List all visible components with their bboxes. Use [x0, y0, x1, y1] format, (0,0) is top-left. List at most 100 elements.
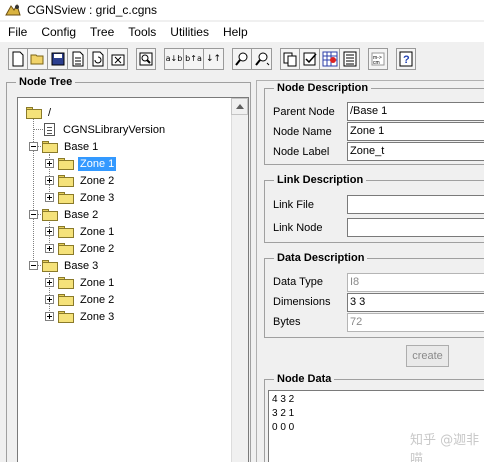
tree-node-cgns-library-version[interactable]: CGNSLibraryVersion: [42, 121, 167, 138]
table-button[interactable]: [340, 48, 360, 70]
expand-icon[interactable]: [45, 227, 54, 236]
copy-icon: [283, 52, 297, 67]
view-button[interactable]: [136, 48, 156, 70]
menu-tools[interactable]: Tools: [121, 22, 163, 42]
tree-node-label: Zone 1: [80, 276, 115, 289]
tree-node-base-2[interactable]: Base 2: [29, 206, 100, 223]
tree-node-label: Zone 2: [80, 174, 115, 187]
tree-node-label: Base 1: [64, 140, 99, 153]
node-tree-panel: Node Tree / CGNSLibraryVersion Base 1 Zo…: [6, 76, 251, 462]
search-icon: [235, 52, 248, 66]
link-node-field[interactable]: [347, 218, 484, 237]
reload-button[interactable]: [88, 48, 108, 70]
save-as-icon: [72, 51, 83, 67]
expand-icon[interactable]: [45, 193, 54, 202]
tree-node-label: Base 3: [64, 259, 99, 272]
title-bar: CGNSview : grid_c.cgns: [0, 0, 484, 20]
node-name-label: Node Name: [273, 126, 332, 138]
menu-config[interactable]: Config: [34, 22, 83, 42]
tree-scrollbar[interactable]: [231, 98, 248, 462]
menu-tree[interactable]: Tree: [83, 22, 121, 42]
tree-node-label: Base 2: [64, 208, 99, 221]
new-file-button[interactable]: [8, 48, 28, 70]
tree-node-label: /: [48, 106, 52, 119]
expand-icon[interactable]: [45, 312, 54, 321]
folder-icon: [58, 293, 74, 306]
tree-node-base-2-zone-2[interactable]: Zone 2: [45, 240, 116, 257]
tree-node-label: CGNSLibraryVersion: [63, 123, 166, 136]
bytes-field: 72: [347, 313, 484, 332]
menu-file[interactable]: File: [0, 22, 34, 42]
search-next-button[interactable]: [252, 48, 272, 70]
expand-icon[interactable]: [45, 176, 54, 185]
save-button[interactable]: [48, 48, 68, 70]
table-icon: [343, 51, 356, 67]
save-as-button[interactable]: [68, 48, 88, 70]
tree-node-base-1-zone-2[interactable]: Zone 2: [45, 172, 116, 189]
menu-bar: File Config Tree Tools Utilities Help: [0, 22, 484, 42]
help-button[interactable]: ?: [396, 48, 416, 70]
data-type-label: Data Type: [273, 276, 323, 288]
tree-node-base-3-zone-2[interactable]: Zone 2: [45, 291, 116, 308]
node-name-field[interactable]: Zone 1: [347, 122, 484, 141]
menu-utilities[interactable]: Utilities: [163, 22, 216, 42]
link-description-legend: Link Description: [274, 174, 367, 186]
svg-text:?: ?: [403, 54, 410, 66]
folder-icon: [58, 157, 74, 170]
print-button[interactable]: [108, 48, 128, 70]
expand-icon[interactable]: [45, 244, 54, 253]
node-tree-legend: Node Tree: [16, 76, 76, 88]
node-label-label: Node Label: [273, 146, 330, 158]
collapse-icon[interactable]: [29, 261, 38, 270]
tree-node-base-3-zone-1[interactable]: Zone 1: [45, 274, 116, 291]
help-icon: ?: [399, 51, 413, 67]
window-title: CGNSview : grid_c.cgns: [27, 3, 158, 17]
folder-icon: [58, 225, 74, 238]
expand-icon[interactable]: [45, 159, 54, 168]
watermark: 知乎 @迦非喵: [410, 433, 480, 462]
folder-icon: [26, 106, 42, 119]
sort-ab-icon: a↓b: [165, 54, 183, 63]
check-button[interactable]: [300, 48, 320, 70]
tree-node-base-3[interactable]: Base 3: [29, 257, 100, 274]
sort-ba-icon: b↑a: [185, 54, 202, 63]
search-button[interactable]: [232, 48, 252, 70]
folder-icon: [58, 276, 74, 289]
create-button[interactable]: create: [406, 345, 449, 367]
node-tree[interactable]: / CGNSLibraryVersion Base 1 Zone 1 Zone …: [17, 97, 249, 462]
data-description-legend: Data Description: [274, 252, 368, 264]
svg-text:cm: cm: [373, 60, 380, 66]
collapse-icon[interactable]: [29, 142, 38, 151]
menu-help[interactable]: Help: [216, 22, 255, 42]
data-type-field: I8: [347, 273, 484, 292]
sort-ab-button[interactable]: a↓b: [164, 48, 184, 70]
tree-node-label-selected: Zone 1: [78, 156, 117, 171]
units-button[interactable]: m-> cm: [368, 48, 388, 70]
sort-up-button[interactable]: ↓↑: [204, 48, 224, 70]
tree-node-root[interactable]: /: [26, 104, 53, 121]
parent-node-field[interactable]: /Base 1: [347, 102, 484, 121]
tree-node-base-1[interactable]: Base 1: [29, 138, 100, 155]
tree-node-base-1-zone-1[interactable]: Zone 1: [45, 155, 117, 172]
grid-button[interactable]: [320, 48, 340, 70]
open-file-button[interactable]: [28, 48, 48, 70]
new-file-icon: [12, 51, 24, 67]
node-data-row: 4 3 2: [272, 394, 295, 405]
node-label-field[interactable]: Zone_t: [347, 142, 484, 161]
parent-node-label: Parent Node: [273, 106, 335, 118]
scroll-up-button[interactable]: [231, 98, 248, 115]
tree-node-label: Zone 3: [80, 191, 115, 204]
tree-node-base-1-zone-3[interactable]: Zone 3: [45, 189, 116, 206]
link-file-field[interactable]: [347, 195, 484, 214]
folder-icon: [58, 174, 74, 187]
copy-button[interactable]: [280, 48, 300, 70]
dimensions-field[interactable]: 3 3: [347, 293, 484, 312]
tree-node-base-3-zone-3[interactable]: Zone 3: [45, 308, 116, 325]
tree-node-base-2-zone-1[interactable]: Zone 1: [45, 223, 116, 240]
expand-icon[interactable]: [45, 295, 54, 304]
node-description-legend: Node Description: [274, 82, 372, 94]
collapse-icon[interactable]: [29, 210, 38, 219]
expand-icon[interactable]: [45, 278, 54, 287]
sort-ba-button[interactable]: b↑a: [184, 48, 204, 70]
chevron-up-icon: [235, 104, 244, 109]
